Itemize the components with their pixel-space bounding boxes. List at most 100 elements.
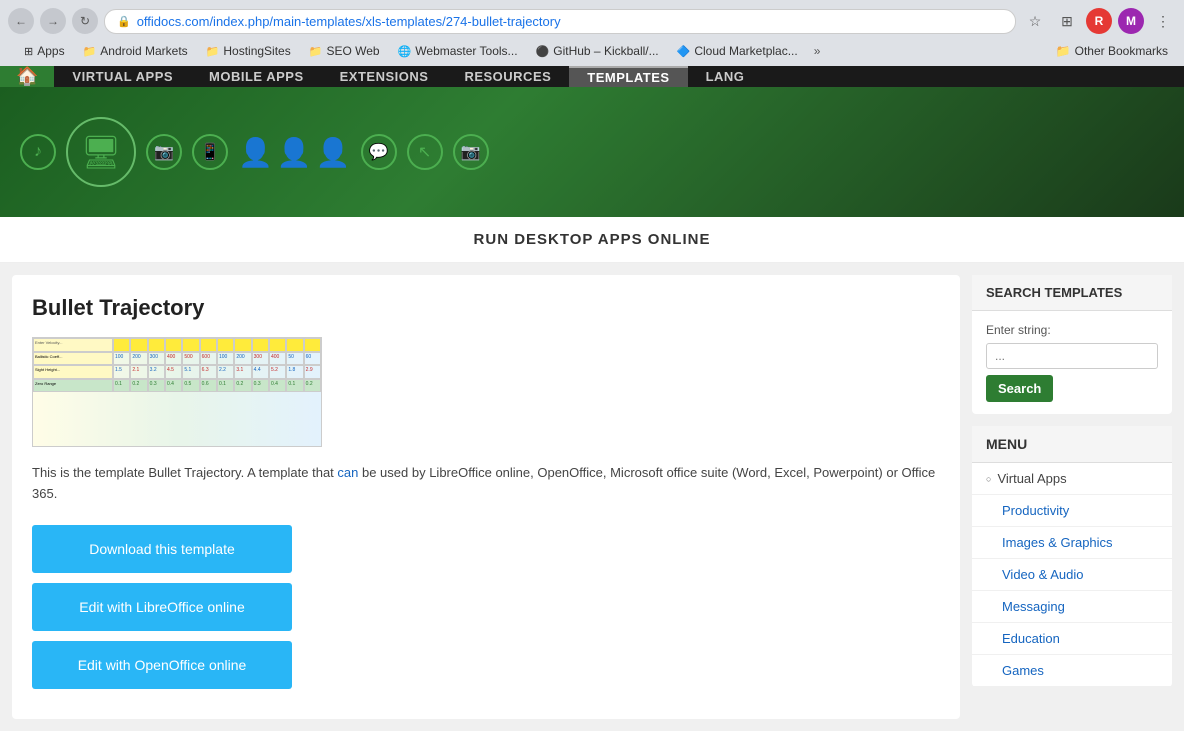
cell-c1: 1.5 — [113, 365, 130, 379]
cell-r4: 300 — [252, 352, 269, 366]
cell-c4: 4.5 — [165, 365, 182, 379]
menu-item-video[interactable]: Video & Audio — [972, 559, 1172, 591]
cell-g13: 0.2 — [304, 379, 321, 393]
cell-b6: 50 — [286, 352, 303, 366]
cell-g8: 0.1 — [217, 379, 234, 393]
website: 🏠 VIRTUAL APPS MOBILE APPS EXTENSIONS RE… — [0, 66, 1184, 731]
address-bar[interactable]: 🔒 offidocs.com/index.php/main-templates/… — [104, 9, 1016, 34]
hero-cursor-icon: ↖ — [407, 134, 443, 170]
sidebar: SEARCH TEMPLATES Enter string: Search ME… — [972, 275, 1172, 719]
profile-button-1[interactable]: R — [1086, 8, 1112, 34]
more-button[interactable]: ⋮ — [1150, 8, 1176, 34]
cell-c12: 2.9 — [304, 365, 321, 379]
cell-r1: 400 — [165, 352, 182, 366]
cell-h4 — [165, 338, 182, 352]
cell-g7: 0.6 — [200, 379, 217, 393]
bookmark-hosting[interactable]: 📁 HostingSites — [198, 42, 299, 60]
description: This is the template Bullet Trajectory. … — [32, 463, 940, 505]
edit-open-button[interactable]: Edit with OpenOffice online — [32, 641, 292, 689]
cell-lp1: Enter Velocity... — [33, 338, 113, 352]
hero-people: 👤 👤 👤 — [238, 136, 351, 169]
apps-bookmark-icon: ⊞ — [24, 45, 33, 58]
cell-r5: 400 — [269, 352, 286, 366]
search-section-title: SEARCH TEMPLATES — [972, 275, 1172, 311]
cloud-bookmark-icon: 🔷 — [677, 45, 691, 58]
hero-mobile-icon: 📱 — [192, 134, 228, 170]
nav-resources[interactable]: RESOURCES — [446, 66, 569, 87]
forward-button[interactable]: → — [40, 8, 66, 34]
webmaster-bookmark-icon: 🌐 — [398, 45, 412, 58]
home-button[interactable]: 🏠 — [0, 66, 54, 87]
hero-banner: ♪ 🖥 📷 📱 👤 👤 👤 💬 ↖ 📷 — [0, 87, 1184, 217]
cell-g5: 0.4 — [165, 379, 182, 393]
menu-item-virtual-apps[interactable]: Virtual Apps — [972, 463, 1172, 495]
cell-c11: 1.8 — [286, 365, 303, 379]
cell-c7: 2.2 — [217, 365, 234, 379]
menu-section: MENU Virtual Apps Productivity Images & … — [972, 426, 1172, 687]
search-button[interactable]: Search — [986, 375, 1053, 402]
cell-h3 — [148, 338, 165, 352]
bookmark-webmaster[interactable]: 🌐 Webmaster Tools... — [390, 42, 526, 60]
bookmark-cloud[interactable]: 🔷 Cloud Marketplac... — [669, 42, 806, 60]
hero-photo-icon: 📷 — [146, 134, 182, 170]
cell-h1 — [113, 338, 130, 352]
edit-libre-button[interactable]: Edit with LibreOffice online — [32, 583, 292, 631]
cell-r3: 600 — [200, 352, 217, 366]
cell-lp3: Sight Height... — [33, 365, 113, 379]
menu-list: Virtual Apps Productivity Images & Graph… — [972, 463, 1172, 687]
person-icon-1: 👤 — [238, 136, 273, 169]
bookmark-android[interactable]: 📁 Android Markets — [75, 42, 196, 60]
menu-item-messaging[interactable]: Messaging — [972, 591, 1172, 623]
lock-icon: 🔒 — [117, 15, 131, 28]
nav-virtual-apps[interactable]: VIRTUAL APPS — [54, 66, 191, 87]
other-bookmarks[interactable]: 📁 Other Bookmarks — [1056, 44, 1168, 58]
cell-g6: 0.5 — [182, 379, 199, 393]
cell-g9: 0.2 — [234, 379, 251, 393]
bookmark-github[interactable]: ⚫ GitHub – Kickball/... — [528, 42, 667, 60]
hero-icons: ♪ 🖥 📷 📱 👤 👤 👤 💬 ↖ 📷 — [20, 117, 489, 187]
bookmarks-bar: ⊞ Apps 📁 Android Markets 📁 HostingSites … — [8, 40, 1176, 66]
person-icon-2: 👤 — [277, 136, 312, 169]
cell-c9: 4.4 — [252, 365, 269, 379]
nav-templates[interactable]: TEMPLATES — [569, 66, 687, 87]
cell-h2 — [130, 338, 147, 352]
cell-h5 — [182, 338, 199, 352]
cell-g12: 0.1 — [286, 379, 303, 393]
hero-camera-icon: 📷 — [453, 134, 489, 170]
menu-item-education[interactable]: Education — [972, 623, 1172, 655]
nav-lang[interactable]: LANG — [688, 66, 763, 87]
site-nav: 🏠 VIRTUAL APPS MOBILE APPS EXTENSIONS RE… — [0, 66, 1184, 87]
menu-item-games[interactable]: Games — [972, 655, 1172, 687]
profile-button-2[interactable]: M — [1118, 8, 1144, 34]
bookmarks-more-button[interactable]: » — [808, 42, 827, 60]
cell-g3: 0.2 — [130, 379, 147, 393]
person-icon-3: 👤 — [316, 136, 351, 169]
cell-h10 — [269, 338, 286, 352]
cell-b4: 100 — [217, 352, 234, 366]
hosting-bookmark-icon: 📁 — [206, 45, 220, 58]
cell-b1: 100 — [113, 352, 130, 366]
back-button[interactable]: ← — [8, 8, 34, 34]
cell-h7 — [217, 338, 234, 352]
extensions-button[interactable]: ⊞ — [1054, 8, 1080, 34]
cell-c2: 2.1 — [130, 365, 147, 379]
android-bookmark-icon: 📁 — [83, 45, 97, 58]
cell-c10: 5.2 — [269, 365, 286, 379]
search-content: Enter string: Search — [972, 311, 1172, 414]
bookmark-seo[interactable]: 📁 SEO Web — [301, 42, 388, 60]
menu-item-images[interactable]: Images & Graphics — [972, 527, 1172, 559]
hero-chat-icon: 💬 — [361, 134, 397, 170]
nav-extensions[interactable]: EXTENSIONS — [322, 66, 447, 87]
search-input[interactable] — [986, 343, 1158, 369]
cell-g2: 0.1 — [113, 379, 130, 393]
cell-c5: 5.1 — [182, 365, 199, 379]
search-input-wrap: Search — [986, 343, 1158, 402]
main-content: Bullet Trajectory Enter Velocity... — [12, 275, 960, 719]
nav-mobile-apps[interactable]: MOBILE APPS — [191, 66, 322, 87]
bookmark-apps[interactable]: ⊞ Apps — [16, 42, 73, 60]
download-button[interactable]: Download this template — [32, 525, 292, 573]
search-section: SEARCH TEMPLATES Enter string: Search — [972, 275, 1172, 414]
star-button[interactable]: ☆ — [1022, 8, 1048, 34]
refresh-button[interactable]: ↻ — [72, 8, 98, 34]
menu-item-productivity[interactable]: Productivity — [972, 495, 1172, 527]
